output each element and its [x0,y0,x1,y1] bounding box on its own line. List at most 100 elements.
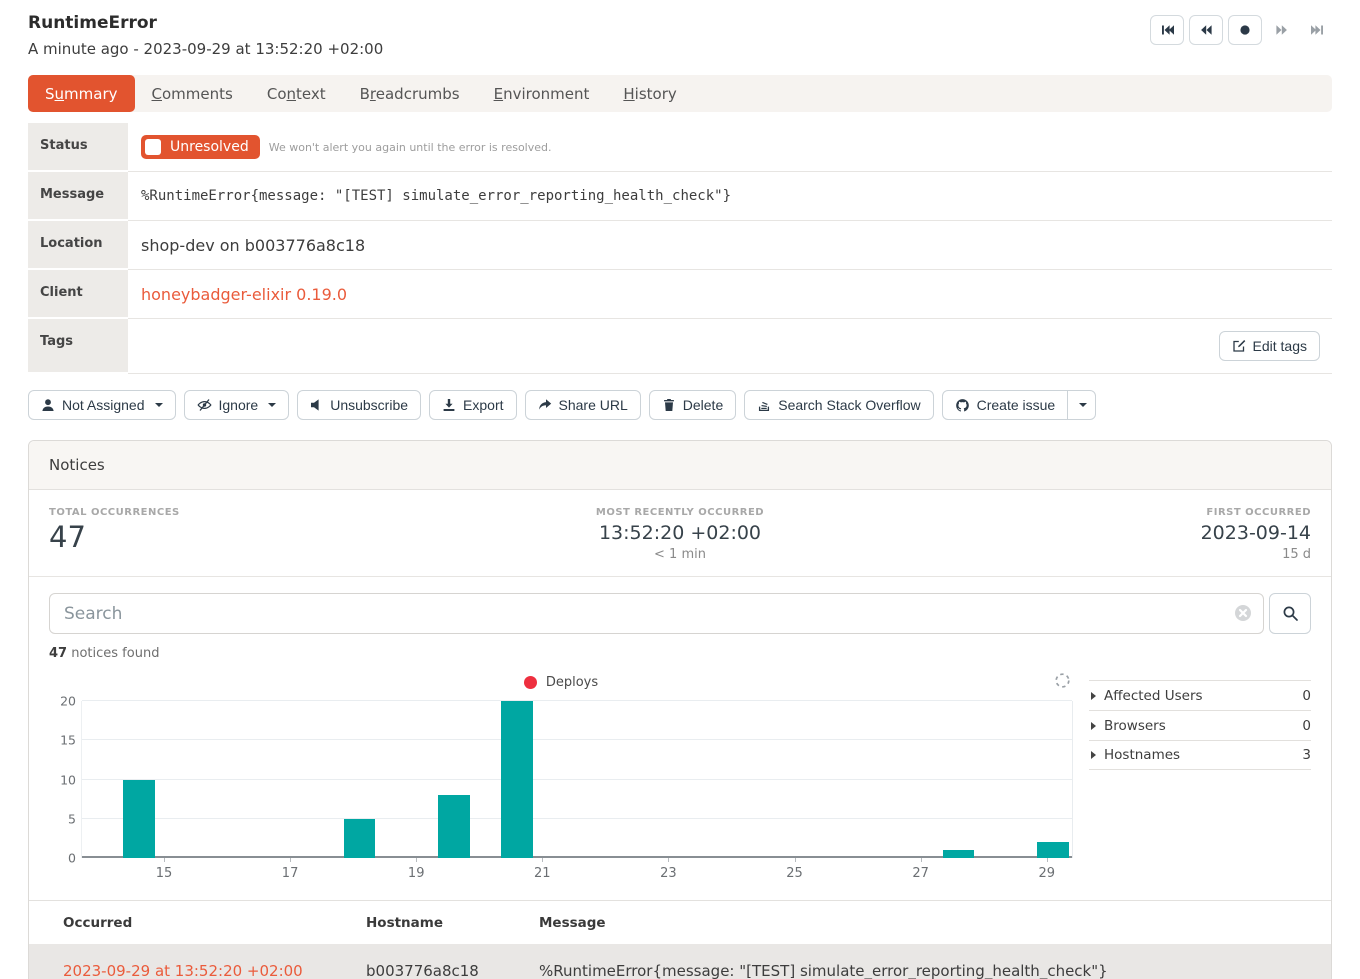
x-tick-label: 23 [660,866,677,881]
notice-occurred-link[interactable]: 2023-09-29 at 13:52:20 +02:00 [63,962,303,979]
search-stack-overflow-button[interactable]: Search Stack Overflow [744,390,933,420]
message-label: Message [28,172,128,219]
resolve-toggle[interactable]: Unresolved [141,135,260,159]
caret-down-icon [155,403,163,407]
github-icon [955,398,970,413]
notices-search-row [29,577,1331,634]
notice-pagination [1150,15,1332,45]
fast-forward-icon [1275,23,1289,37]
y-tick-label: 0 [50,851,76,866]
aggregate-browsers[interactable]: Browsers 0 [1089,710,1311,740]
next-notice-button [1267,15,1297,45]
skip-to-first-icon [1160,23,1175,37]
notices-chart-plot: 051015201517192123252729 [81,701,1073,858]
clear-search-icon[interactable] [1234,604,1252,626]
header: RuntimeError A minute ago - 2023-09-29 a… [28,13,1332,58]
tab-environment[interactable]: Environment [477,77,607,111]
x-tick-mark [795,858,796,862]
x-tick-mark [290,858,291,862]
create-issue-dropdown-button[interactable] [1067,390,1096,420]
gridline [82,700,1072,701]
tab-history[interactable]: History [606,77,693,111]
error-detail-page: RuntimeError A minute ago - 2023-09-29 a… [0,13,1360,979]
ignore-button[interactable]: Ignore [184,390,290,420]
action-bar: Not Assigned Ignore Unsubscribe Export S… [28,390,1332,420]
disclosure-triangle-icon [1091,722,1096,730]
notices-found-count: 47 notices found [29,634,1331,661]
client-link[interactable]: honeybadger-elixir 0.19.0 [141,285,347,304]
current-notice-button[interactable] [1228,15,1262,45]
notice-row[interactable]: 2023-09-29 at 13:52:20 +02:00 b003776a8c… [29,944,1331,979]
page-title: RuntimeError [28,13,383,33]
stat-first-occurred: FIRST OCCURRED 2023-09-14 15 d [890,507,1311,562]
mute-speaker-icon [310,398,323,412]
tab-context[interactable]: Context [250,77,343,111]
location-value: shop-dev on b003776a8c18 [141,236,365,255]
chart-bar [123,780,155,859]
status-row: Status Unresolved We won't alert you aga… [28,123,1332,172]
tab-breadcrumbs[interactable]: Breadcrumbs [343,77,477,111]
aggregate-hostnames[interactable]: Hostnames 3 [1089,740,1311,770]
tab-summary[interactable]: Summary [28,75,135,112]
export-button[interactable]: Export [429,390,516,420]
x-tick-label: 17 [282,866,299,881]
deploys-legend-label: Deploys [546,675,598,690]
create-issue-button[interactable]: Create issue [942,390,1069,420]
person-icon [41,398,55,412]
column-header-message: Message [525,915,1331,931]
stat-total-occurrences: TOTAL OCCURRENCES 47 [49,507,470,562]
edit-tags-button[interactable]: Edit tags [1219,331,1320,361]
eye-slash-icon [197,398,212,412]
gridline [82,818,1072,819]
x-tick-mark [668,858,669,862]
stat-most-recently-occurred: MOST RECENTLY OCCURRED 13:52:20 +02:00 <… [470,507,891,562]
share-url-button[interactable]: Share URL [525,390,641,420]
trash-icon [662,398,676,412]
client-label: Client [28,270,128,317]
notice-message: %RuntimeError{message: "[TEST] simulate_… [525,962,1331,979]
create-issue-split-button: Create issue [942,390,1097,420]
x-tick-label: 19 [408,866,425,881]
gridline [82,856,1072,858]
x-tick-mark [1047,858,1048,862]
status-note: We won't alert you again until the error… [269,141,552,154]
previous-notice-button[interactable] [1189,15,1223,45]
search-button[interactable] [1269,593,1311,634]
aggregate-affected-users[interactable]: Affected Users 0 [1089,680,1311,710]
x-tick-mark [416,858,417,862]
resolve-toggle-knob[interactable] [145,139,161,155]
skip-to-first-button[interactable] [1150,15,1184,45]
assign-button[interactable]: Not Assigned [28,390,176,420]
notices-stats: TOTAL OCCURRENCES 47 MOST RECENTLY OCCUR… [29,490,1331,577]
column-header-occurred: Occurred [29,915,352,931]
x-tick-label: 29 [1038,866,1055,881]
refresh-spinner-icon [1054,672,1071,693]
search-input[interactable] [49,593,1264,634]
caret-down-icon [1079,403,1087,407]
x-tick-mark [164,858,165,862]
notice-hostname: b003776a8c18 [352,962,525,979]
notices-panel: Notices TOTAL OCCURRENCES 47 MOST RECENT… [28,440,1332,979]
notices-chart: Deploys 051015201517192123252729 [49,671,1073,888]
occurred-subtitle: A minute ago - 2023-09-29 at 13:52:20 +0… [28,40,383,58]
chart-and-aggregates: Deploys 051015201517192123252729 Affecte… [29,661,1331,888]
gridline [82,739,1072,740]
deploys-legend-dot [524,676,537,689]
caret-down-icon [268,403,276,407]
x-tick-label: 27 [912,866,929,881]
error-details: Status Unresolved We won't alert you aga… [28,123,1332,374]
tab-comments[interactable]: Comments [135,77,250,111]
search-icon [1282,605,1299,622]
x-tick-mark [921,858,922,862]
chart-legend: Deploys [49,671,1073,693]
unsubscribe-button[interactable]: Unsubscribe [297,390,421,420]
notices-table-header: Occurred Hostname Message [29,901,1331,944]
y-tick-label: 5 [50,811,76,826]
tab-bar: Summary Comments Context Breadcrumbs Env… [28,75,1332,112]
x-tick-label: 25 [786,866,803,881]
record-icon [1238,23,1252,37]
message-value: %RuntimeError{message: "[TEST] simulate_… [141,188,731,204]
chart-bar [1037,842,1069,858]
delete-button[interactable]: Delete [649,390,736,420]
rewind-icon [1199,23,1213,37]
